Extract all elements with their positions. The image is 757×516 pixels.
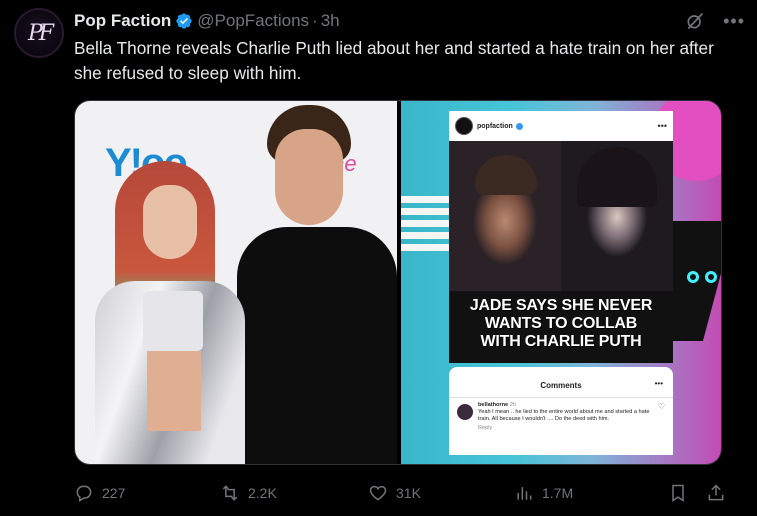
avatar-monogram: PF xyxy=(27,20,54,46)
portrait-right xyxy=(561,141,673,291)
more-options-icon[interactable]: ••• xyxy=(723,12,745,30)
share-icon[interactable] xyxy=(706,483,726,503)
ig-post-image: JADE SAYS SHE NEVER WANTS TO COLLAB WITH… xyxy=(449,141,673,363)
decorative-stripes xyxy=(401,196,449,256)
reply-button[interactable]: 227 xyxy=(74,483,220,503)
headline-line: WANTS TO COLLAB xyxy=(484,315,638,332)
header-actions: ••• xyxy=(685,11,745,31)
handle[interactable]: @PopFactions xyxy=(197,11,309,31)
grok-icon[interactable] xyxy=(685,11,705,31)
display-name[interactable]: Pop Faction xyxy=(74,11,171,31)
ig-post-header: popfaction ••• xyxy=(449,111,673,141)
ig-username: popfaction xyxy=(477,122,513,130)
instagram-post: popfaction ••• JADE SAYS SHE NEVER WANTS… xyxy=(449,111,673,363)
like-count: 31K xyxy=(396,485,421,501)
views-button[interactable]: 1.7M xyxy=(514,483,660,503)
like-button[interactable]: 31K xyxy=(368,483,514,503)
comments-more-icon: ••• xyxy=(654,379,663,388)
comment-text: Yeah I mean .. he lied to the entire wor… xyxy=(478,409,650,422)
divider xyxy=(449,397,673,398)
analytics-icon xyxy=(517,487,532,500)
ig-headline: JADE SAYS SHE NEVER WANTS TO COLLAB WITH… xyxy=(449,291,673,363)
heart-icon xyxy=(369,485,387,501)
separator-dot: · xyxy=(312,11,318,30)
headline-line: WITH CHARLIE PUTH xyxy=(480,333,642,350)
tweet-header: Pop Faction @PopFactions · 3h ••• xyxy=(74,10,745,32)
media-container[interactable]: Y!oo One popfaction xyxy=(74,100,722,465)
repost-count: 2.2K xyxy=(248,485,277,501)
comment: bellathorne 2h Yeah I mean .. he lied to… xyxy=(457,402,665,432)
ig-more-icon: ••• xyxy=(657,121,667,131)
action-bar: 227 2.2K 31K 1.7M xyxy=(74,480,726,506)
timestamp[interactable]: 3h xyxy=(321,11,340,31)
heart-icon: ♡ xyxy=(657,402,665,411)
headline-line: JADE SAYS SHE NEVER xyxy=(469,297,653,314)
bookmark-icon[interactable] xyxy=(668,483,688,503)
comment-reply: Reply xyxy=(478,425,493,431)
verified-badge-icon xyxy=(176,13,192,29)
avatar[interactable]: PF xyxy=(14,8,64,58)
decorative-rings xyxy=(687,271,717,283)
person-woman xyxy=(85,161,255,464)
comment-avatar xyxy=(457,404,473,420)
reply-icon xyxy=(76,485,92,502)
comment-time: 2h xyxy=(509,402,516,408)
portrait-left xyxy=(449,141,561,291)
photo-left[interactable]: Y!oo One xyxy=(75,101,397,464)
comments-panel: Comments ••• bellathorne 2h Yeah I mean … xyxy=(449,367,673,455)
ig-avatar xyxy=(455,117,473,135)
comment-user: bellathorne xyxy=(478,402,509,408)
repost-icon xyxy=(222,485,238,501)
views-count: 1.7M xyxy=(542,485,574,501)
ig-verified-icon xyxy=(515,122,523,130)
secondary-actions xyxy=(668,483,726,503)
repost-button[interactable]: 2.2K xyxy=(220,483,368,503)
reply-count: 227 xyxy=(102,485,126,501)
photo-right[interactable]: popfaction ••• JADE SAYS SHE NEVER WANTS… xyxy=(401,101,721,464)
comments-title: Comments xyxy=(540,381,582,390)
tweet-text: Bella Thorne reveals Charlie Puth lied a… xyxy=(74,38,714,83)
